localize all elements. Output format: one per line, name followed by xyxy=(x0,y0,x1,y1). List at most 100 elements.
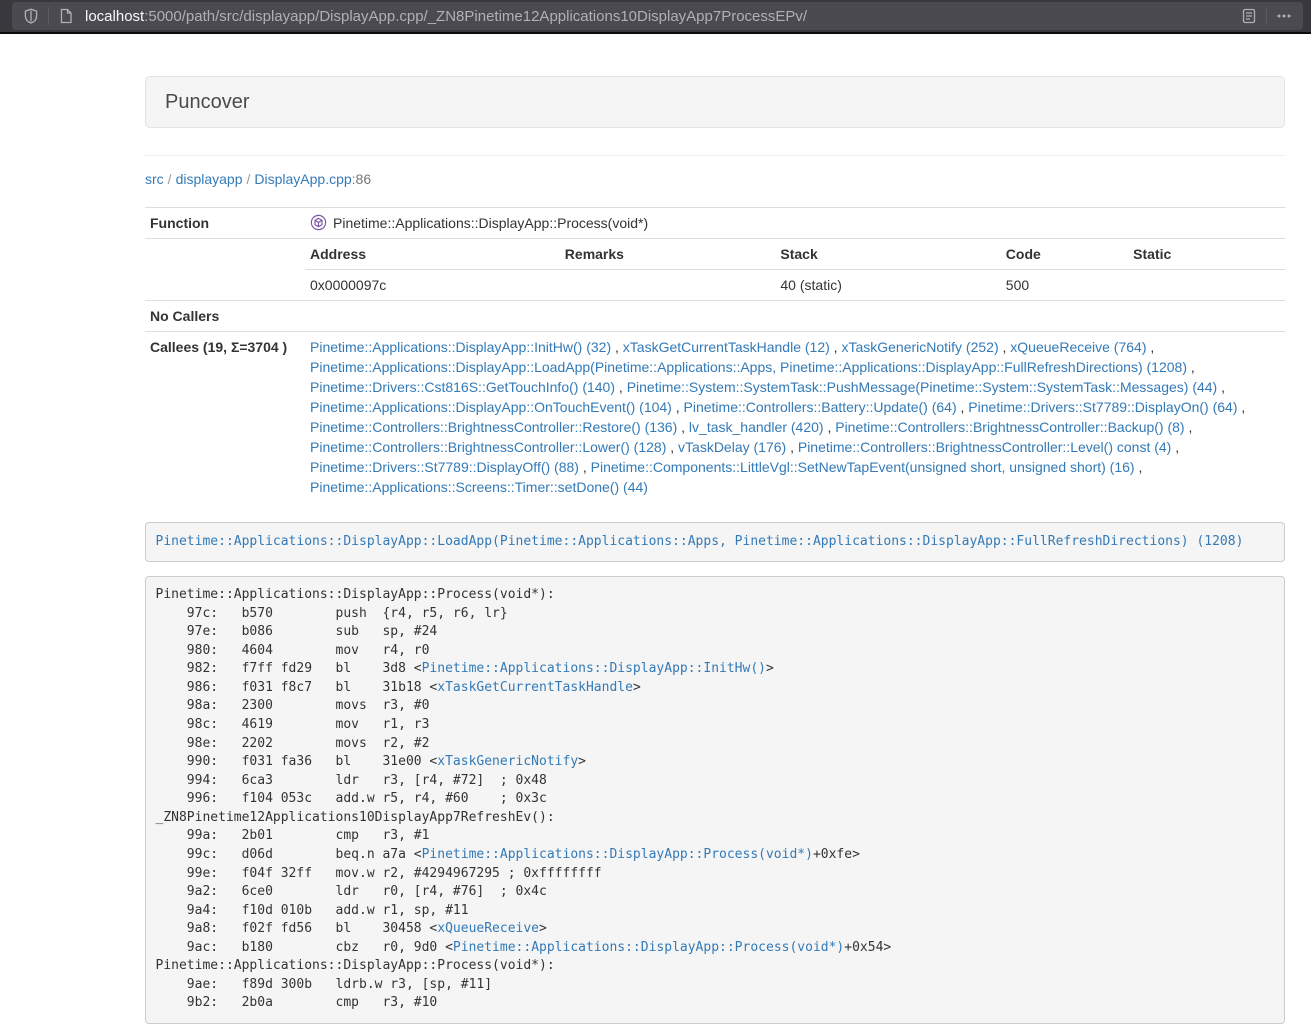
callee-link[interactable]: Pinetime::Controllers::BrightnessControl… xyxy=(310,439,666,455)
shield-icon[interactable] xyxy=(20,5,42,27)
asm-symbol-link[interactable]: Pinetime::Applications::DisplayApp::Proc… xyxy=(422,847,813,862)
callee-separator: , xyxy=(1146,339,1154,355)
asm-symbol-link[interactable]: xQueueReceive xyxy=(437,921,539,936)
asm-text: 9a8: f02f fd56 bl 30458 < xyxy=(156,921,438,936)
asm-text: 9a4: f10d 010b add.w r1, sp, #11 xyxy=(156,903,469,918)
asm-text: 99a: 2b01 cmp r3, #1 xyxy=(156,828,430,843)
url-path: :5000/path/src/displayapp/DisplayApp.cpp… xyxy=(144,8,807,25)
asm-symbol-link[interactable]: Pinetime::Applications::DisplayApp::Proc… xyxy=(453,940,844,955)
asm-text: 996: f104 053c add.w r5, r4, #60 ; 0x3c xyxy=(156,791,547,806)
disassembly-block: Pinetime::Applications::DisplayApp::Proc… xyxy=(145,576,1285,1024)
callee-separator: , xyxy=(1185,419,1193,435)
address-header-row: Address Remarks Stack Code Static xyxy=(305,239,1285,270)
selected-callee-code: Pinetime::Applications::DisplayApp::Load… xyxy=(145,522,1285,562)
callee-separator: , xyxy=(1187,359,1195,375)
asm-text: +0xfe> xyxy=(813,847,860,862)
no-callers-row: No Callers xyxy=(145,301,1285,332)
callee-link[interactable]: Pinetime::Controllers::BrightnessControl… xyxy=(798,439,1171,455)
callee-separator: , xyxy=(830,339,842,355)
callee-link[interactable]: Pinetime::Drivers::St7789::DisplayOn() (… xyxy=(968,399,1237,415)
callee-link[interactable]: Pinetime::Drivers::Cst816S::GetTouchInfo… xyxy=(310,379,615,395)
col-address: Address xyxy=(305,239,560,270)
callee-separator: , xyxy=(1171,439,1179,455)
breadcrumb-link[interactable]: src xyxy=(145,171,164,187)
asm-text: 982: f7ff fd29 bl 3d8 < xyxy=(156,661,422,676)
callee-link[interactable]: Pinetime::Controllers::BrightnessControl… xyxy=(310,419,677,435)
divider xyxy=(48,7,49,25)
breadcrumb-link[interactable]: DisplayApp.cpp xyxy=(254,171,351,187)
url-bar[interactable]: localhost:5000/path/src/displayapp/Displ… xyxy=(12,2,1303,30)
asm-text: 990: f031 fa36 bl 31e00 < xyxy=(156,754,438,769)
breadcrumb-line-number: :86 xyxy=(352,171,371,187)
asm-text: > xyxy=(539,921,547,936)
callee-separator: , xyxy=(957,399,969,415)
asm-text: _ZN8Pinetime12Applications10DisplayApp7R… xyxy=(156,810,555,825)
callee-separator: , xyxy=(611,339,623,355)
breadcrumb-separator: / xyxy=(243,171,255,187)
asm-text: 994: 6ca3 ldr r3, [r4, #72] ; 0x48 xyxy=(156,773,547,788)
col-code: Code xyxy=(1001,239,1128,270)
asm-text: 9ae: f89d 300b ldrb.w r3, [sp, #11] xyxy=(156,977,493,992)
asm-text: > xyxy=(578,754,586,769)
page-info-icon[interactable] xyxy=(55,5,77,27)
function-name-cell: Pinetime::Applications::DisplayApp::Proc… xyxy=(305,208,1285,239)
col-stack: Stack xyxy=(775,239,1000,270)
breadcrumb-separator: / xyxy=(164,171,176,187)
callee-link[interactable]: Pinetime::System::SystemTask::PushMessag… xyxy=(627,379,1218,395)
callee-link[interactable]: vTaskDelay (176) xyxy=(678,439,786,455)
callee-link[interactable]: xQueueReceive (764) xyxy=(1010,339,1146,355)
selected-callee-link[interactable]: Pinetime::Applications::DisplayApp::Load… xyxy=(156,534,1244,549)
asm-text: Pinetime::Applications::DisplayApp::Proc… xyxy=(156,958,555,973)
callees-label: Callees (19, Σ=3704 ) xyxy=(145,332,305,503)
callee-separator: , xyxy=(786,439,798,455)
callees-row: Callees (19, Σ=3704 ) Pinetime::Applicat… xyxy=(145,332,1285,503)
callee-link[interactable]: xTaskGetCurrentTaskHandle (12) xyxy=(623,339,830,355)
asm-text: 99e: f04f 32ff mov.w r2, #4294967295 ; 0… xyxy=(156,866,602,881)
url-text[interactable]: localhost:5000/path/src/displayapp/Displ… xyxy=(85,8,1238,25)
asm-text: 97e: b086 sub sp, #24 xyxy=(156,624,438,639)
callees-cell: Pinetime::Applications::DisplayApp::Init… xyxy=(305,332,1285,503)
callee-link[interactable]: Pinetime::Applications::DisplayApp::Init… xyxy=(310,339,611,355)
value-address: 0x0000097c xyxy=(305,270,560,301)
function-label: Function xyxy=(145,208,305,239)
divider xyxy=(145,155,1285,156)
asm-text: > xyxy=(633,680,641,695)
function-row: Function Pinetime::Applications::Display… xyxy=(145,208,1285,239)
callee-link[interactable]: Pinetime::Applications::Screens::Timer::… xyxy=(310,479,648,495)
callee-link[interactable]: Pinetime::Applications::DisplayApp::OnTo… xyxy=(310,399,672,415)
callee-link[interactable]: Pinetime::Controllers::BrightnessControl… xyxy=(835,419,1184,435)
browser-toolbar: localhost:5000/path/src/displayapp/Displ… xyxy=(0,0,1311,34)
callee-separator: , xyxy=(1135,459,1143,475)
no-callers-label: No Callers xyxy=(145,301,305,332)
asm-text: 980: 4604 mov r4, r0 xyxy=(156,643,430,658)
callee-link[interactable]: xTaskGenericNotify (252) xyxy=(841,339,998,355)
function-name: Pinetime::Applications::DisplayApp::Proc… xyxy=(333,215,648,231)
value-stack: 40 (static) xyxy=(775,270,1000,301)
asm-text: +0x54> xyxy=(844,940,891,955)
callee-link[interactable]: Pinetime::Applications::DisplayApp::Load… xyxy=(310,359,1187,375)
callee-link[interactable]: lv_task_handler (420) xyxy=(689,419,824,435)
app-title-panel: Puncover xyxy=(145,76,1285,128)
asm-symbol-link[interactable]: Pinetime::Applications::DisplayApp::Init… xyxy=(422,661,766,676)
asm-text: 98a: 2300 movs r3, #0 xyxy=(156,698,430,713)
address-value-row: 0x0000097c 40 (static) 500 xyxy=(305,270,1285,301)
asm-text: 9a2: 6ce0 ldr r0, [r4, #76] ; 0x4c xyxy=(156,884,547,899)
reader-mode-icon[interactable] xyxy=(1238,5,1260,27)
brand-link[interactable]: Puncover xyxy=(165,91,250,113)
asm-symbol-link[interactable]: xTaskGenericNotify xyxy=(437,754,578,769)
symbol-cube-icon xyxy=(310,214,327,231)
asm-text: > xyxy=(766,661,774,676)
breadcrumb-link[interactable]: displayapp xyxy=(176,171,243,187)
page-actions-icon[interactable] xyxy=(1273,5,1295,27)
asm-symbol-link[interactable]: xTaskGetCurrentTaskHandle xyxy=(437,680,633,695)
callee-link[interactable]: Pinetime::Components::LittleVgl::SetNewT… xyxy=(591,459,1135,475)
value-code: 500 xyxy=(1001,270,1128,301)
value-static xyxy=(1128,270,1285,301)
asm-text: 9ac: b180 cbz r0, 9d0 < xyxy=(156,940,453,955)
callee-separator: , xyxy=(824,419,836,435)
callee-link[interactable]: Pinetime::Controllers::Battery::Update()… xyxy=(684,399,957,415)
asm-text: 98c: 4619 mov r1, r3 xyxy=(156,717,430,732)
callee-link[interactable]: Pinetime::Drivers::St7789::DisplayOff() … xyxy=(310,459,579,475)
callee-separator: , xyxy=(1238,399,1246,415)
callee-separator: , xyxy=(999,339,1011,355)
